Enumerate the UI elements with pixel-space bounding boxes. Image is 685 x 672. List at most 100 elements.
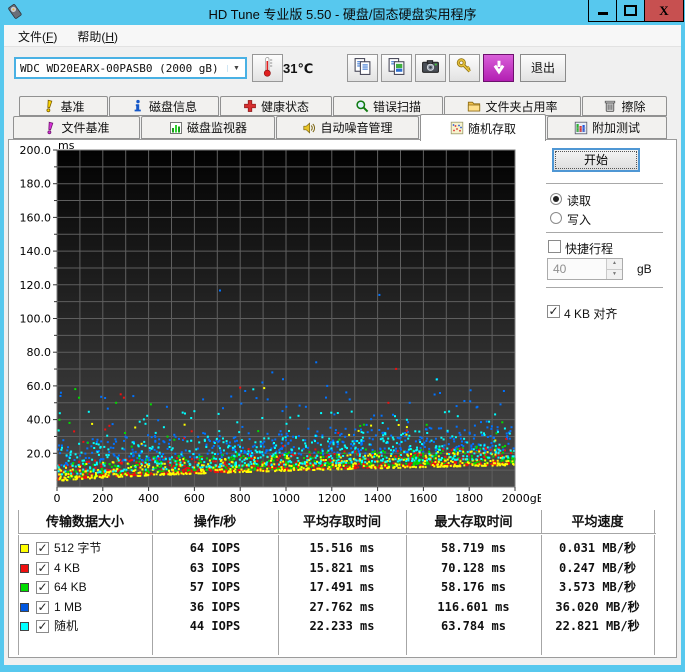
table-cell-avg_access: 17.491 ms: [309, 580, 375, 595]
title-bar: HD Tune 专业版 5.50 - 硬盘/固态硬盘实用程序 X: [0, 0, 685, 25]
svg-text:180.0: 180.0: [20, 178, 52, 191]
error-scan-icon: [355, 99, 369, 113]
table-cell-max_access: 58.176 ms: [440, 580, 507, 595]
series-toggle-checkbox[interactable]: [36, 620, 49, 634]
copy-image-button[interactable]: [381, 54, 412, 82]
series-label: 1 MB: [54, 599, 83, 614]
svg-text:0: 0: [54, 492, 61, 505]
table-cell-avg_speed: 0.247 MB/秒: [558, 560, 637, 575]
window-controls: X: [588, 0, 684, 22]
series-toggle-checkbox[interactable]: [36, 581, 49, 595]
tab-random-access[interactable]: 随机存取: [420, 114, 546, 141]
table-cell-avg_speed: 0.031 MB/秒: [558, 541, 637, 555]
maximize-button[interactable]: [616, 0, 645, 22]
svg-text:ms: ms: [58, 142, 75, 152]
table-cell-iops: 57 IOPS: [189, 580, 241, 595]
disk-monitor-icon: [169, 121, 183, 135]
erase-icon: [603, 99, 617, 113]
separator: [546, 183, 663, 185]
start-button[interactable]: 开始: [552, 148, 640, 172]
tab-file-benchmark[interactable]: 文件基准: [13, 116, 140, 139]
drive-select[interactable]: WDC WD20EARX-00PASB0 (2000 gB) ▼: [14, 57, 247, 79]
tab-folder-usage[interactable]: 文件夹占用率: [444, 96, 581, 116]
stroke-size-value: 40: [553, 262, 567, 276]
svg-text:100.0: 100.0: [20, 313, 52, 326]
svg-text:1000: 1000: [272, 492, 300, 505]
tab-label: 擦除: [621, 99, 646, 114]
table-cell-max_access: 116.601 ms: [437, 599, 510, 614]
series-color-swatch: [20, 602, 29, 612]
series-color-swatch: [20, 622, 29, 632]
column-header: 平均速度: [571, 514, 624, 529]
copy-text-button[interactable]: [347, 54, 378, 82]
tab-label: 健康状态: [260, 99, 309, 114]
tab-health[interactable]: 健康状态: [220, 96, 332, 116]
svg-text:1800: 1800: [455, 492, 483, 505]
svg-text:200: 200: [92, 492, 113, 505]
write-radio[interactable]: [550, 212, 562, 224]
close-icon: X: [659, 2, 669, 18]
table-cell-iops: 44 IOPS: [189, 619, 241, 634]
separator: [546, 287, 663, 289]
series-toggle-checkbox[interactable]: [36, 600, 49, 614]
svg-text:200.0: 200.0: [20, 144, 52, 157]
table-cell-avg_speed: 22.821 MB/秒: [555, 619, 640, 634]
dropdown-arrow-icon[interactable]: ▼: [227, 64, 245, 72]
tab-disk-monitor[interactable]: 磁盘监视器: [141, 116, 275, 139]
spin-up-button[interactable]: ▲: [607, 259, 622, 270]
tab-label: 磁盘信息: [148, 99, 197, 114]
tab-aam[interactable]: 自动噪音管理: [276, 116, 419, 139]
series-toggle-checkbox[interactable]: [36, 561, 49, 575]
tab-error-scan[interactable]: 错误扫描: [333, 96, 443, 116]
tab-extra-tests[interactable]: 附加测试: [547, 116, 667, 139]
tab-disk-info[interactable]: 磁盘信息: [109, 96, 219, 116]
svg-text:400: 400: [138, 492, 159, 505]
random-access-chart: 20.0 40.0 60.0 80.0 100.0 120.0 140.0 160.0 180.…: [20, 142, 542, 505]
svg-text:80.0: 80.0: [27, 346, 52, 359]
series-label: 64 KB: [54, 580, 87, 595]
series-toggle-checkbox[interactable]: [36, 542, 49, 555]
random-access-icon: [450, 121, 464, 135]
table-cell-max_access: 70.128 ms: [440, 560, 507, 575]
tab-benchmark[interactable]: 基准: [19, 96, 108, 116]
table-header-separator: [18, 533, 656, 535]
update-button[interactable]: [483, 54, 514, 82]
svg-text:140.0: 140.0: [20, 245, 52, 258]
menu-file[interactable]: 文件(F): [8, 25, 67, 46]
series-color-swatch: [20, 583, 29, 593]
align-4kb-checkbox[interactable]: [547, 305, 560, 318]
extra-tests-icon: [574, 121, 588, 135]
short-stroke-checkbox[interactable]: [548, 240, 561, 253]
menu-bar: 文件(F) 帮助(H): [4, 25, 681, 47]
content-panel: 20.0 40.0 60.0 80.0 100.0 120.0 140.0 160.0 180.…: [8, 139, 677, 658]
options-button[interactable]: [449, 54, 480, 82]
window-title: HD Tune 专业版 5.50 - 硬盘/固态硬盘实用程序: [208, 7, 477, 22]
read-radio-label: 读取: [567, 194, 592, 208]
temperature-button[interactable]: [252, 54, 283, 82]
table-cell-iops: 63 IOPS: [189, 560, 241, 575]
series-color-swatch: [20, 563, 29, 573]
tab-erase[interactable]: 擦除: [582, 96, 667, 116]
menu-help[interactable]: 帮助(H): [67, 25, 128, 46]
copy-text-icon: [353, 57, 372, 79]
spin-down-button[interactable]: ▼: [607, 269, 622, 279]
close-button[interactable]: X: [644, 0, 684, 22]
stroke-size-input[interactable]: 40 ▲ ▼: [547, 258, 623, 280]
svg-text:1600: 1600: [409, 492, 437, 505]
exit-button[interactable]: 退出: [520, 54, 566, 82]
table-cell-avg_speed: 36.020 MB/秒: [555, 599, 640, 614]
read-radio[interactable]: [550, 193, 562, 205]
table-cell-max_access: 63.784 ms: [440, 619, 507, 634]
screenshot-button[interactable]: [415, 54, 446, 82]
table-cell-max_access: 58.719 ms: [440, 541, 507, 555]
minimize-icon: [597, 12, 608, 15]
tab-label: 随机存取: [467, 121, 516, 136]
tab-label: 自动噪音管理: [320, 121, 393, 135]
tab-label: 基准: [60, 99, 85, 114]
stroke-unit-label: gB: [637, 262, 652, 276]
update-icon: [491, 59, 507, 78]
client-area: 文件(F) 帮助(H) WDC WD20EARX-00PASB0 (2000 gB…: [4, 25, 681, 665]
minimize-button[interactable]: [588, 0, 617, 22]
copy-image-icon: [387, 57, 406, 79]
short-stroke-label: 快捷行程: [565, 242, 614, 256]
